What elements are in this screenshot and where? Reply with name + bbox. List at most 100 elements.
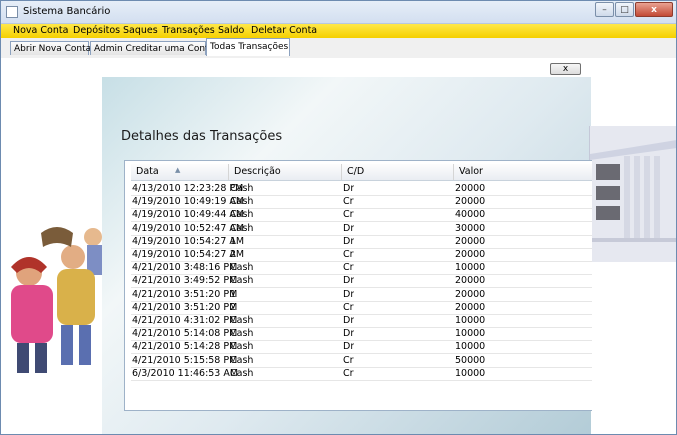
tab-admin-creditar[interactable]: Admin Creditar uma Conta — [90, 41, 214, 55]
cell-data: 4/21/2010 5:15:58 PM — [132, 354, 238, 366]
cell-data: 4/19/2010 10:52:47 AM — [132, 222, 245, 234]
table-row[interactable]: 4/19/2010 10:54:27 AM 1 Dr 20000 — [131, 236, 592, 249]
cell-cd: Cr — [343, 354, 354, 366]
menu-deletar-conta[interactable]: Deletar Conta — [251, 25, 317, 36]
cell-cd: Cr — [343, 301, 354, 313]
cell-cd: Dr — [343, 328, 355, 340]
title-bar[interactable]: Sistema Bancário – □ x — [1, 1, 676, 24]
cell-descricao: 2 — [230, 301, 237, 313]
cell-descricao: Cash — [230, 183, 254, 194]
column-header-descricao[interactable]: Descrição — [229, 164, 342, 180]
menu-depositos[interactable]: Depósitos — [73, 25, 120, 36]
tab-strip: Abrir Nova Conta Admin Creditar uma Cont… — [1, 38, 676, 59]
tab-todas-transacoes[interactable]: Todas Transações — [206, 38, 290, 56]
cell-data: 4/21/2010 4:31:02 PM — [132, 315, 238, 326]
window-title: Sistema Bancário — [23, 6, 111, 17]
cell-valor: 10000 — [455, 315, 486, 326]
cell-cd: Dr — [343, 341, 355, 353]
cell-cd: Dr — [343, 222, 355, 234]
table-row[interactable]: 4/21/2010 5:15:58 PM Cash Cr 50000 — [131, 355, 592, 368]
cell-cd: Cr — [343, 249, 354, 260]
minimize-button[interactable]: – — [595, 2, 614, 17]
cell-data: 4/21/2010 5:14:28 PM — [132, 341, 238, 353]
cell-cd: Dr — [343, 235, 355, 247]
cell-data: 4/19/2010 10:54:27 AM — [132, 235, 245, 247]
cell-descricao: Cash — [230, 262, 254, 274]
cell-data: 4/21/2010 3:49:52 PM — [132, 275, 238, 287]
cell-data: 4/21/2010 3:48:16 PM — [132, 262, 238, 274]
cell-descricao: Cash — [230, 222, 254, 234]
menu-saques[interactable]: Saques — [123, 25, 158, 36]
cell-valor: 20000 — [455, 249, 486, 260]
cell-descricao: Cash — [230, 196, 254, 208]
cell-cd: Dr — [343, 183, 355, 194]
cell-valor: 20000 — [455, 235, 486, 247]
cell-valor: 50000 — [455, 354, 486, 366]
transactions-table-viewport: Data ▲ Descrição C/D Valor 4/13/2010 12:… — [131, 164, 592, 407]
column-header-valor[interactable]: Valor — [454, 164, 592, 180]
transactions-table[interactable]: Data ▲ Descrição C/D Valor 4/13/2010 12:… — [124, 160, 592, 411]
table-row[interactable]: 4/21/2010 5:14:08 PM Cash Dr 10000 — [131, 328, 592, 342]
menu-saldo[interactable]: Saldo — [218, 25, 244, 36]
cell-descricao: Cash — [230, 328, 254, 340]
cell-descricao: 1 — [230, 235, 237, 247]
cell-valor: 20000 — [455, 288, 486, 300]
cell-descricao: Cash — [230, 209, 254, 221]
cell-cd: Cr — [343, 367, 354, 379]
tab-abrir-nova-conta[interactable]: Abrir Nova Conta — [10, 41, 91, 55]
cell-descricao: Cash — [230, 341, 254, 353]
cell-descricao: Cash — [230, 275, 254, 287]
people-illustration — [1, 223, 102, 383]
cell-data: 4/19/2010 10:49:44 AM — [132, 209, 245, 221]
cell-valor: 10000 — [455, 262, 486, 274]
menu-nova-conta[interactable]: Nova Conta — [13, 25, 68, 36]
app-window: Sistema Bancário – □ x Nova Conta Depósi… — [0, 0, 677, 435]
table-row[interactable]: 6/3/2010 11:46:53 AM Cash Cr 10000 — [131, 368, 592, 381]
table-row[interactable]: 4/21/2010 3:49:52 PM Cash Dr 20000 — [131, 275, 592, 289]
cell-valor: 40000 — [455, 209, 486, 221]
cell-valor: 30000 — [455, 222, 486, 234]
table-row[interactable]: 4/19/2010 10:54:27 AM 2 Cr 20000 — [131, 249, 592, 262]
table-row[interactable]: 4/21/2010 3:51:20 PM 2 Cr 20000 — [131, 302, 592, 315]
bank-building-illustration — [589, 126, 676, 262]
cell-data: 4/21/2010 5:14:08 PM — [132, 328, 238, 340]
cell-valor: 20000 — [455, 275, 486, 287]
column-header-label: Data — [136, 166, 159, 177]
cell-descricao: 2 — [230, 249, 237, 260]
cell-valor: 10000 — [455, 367, 486, 379]
table-row[interactable]: 4/19/2010 10:49:44 AM Cash Cr 40000 — [131, 209, 592, 223]
cell-valor: 20000 — [455, 301, 486, 313]
cell-cd: Cr — [343, 196, 354, 208]
cell-data: 4/21/2010 3:51:20 PM — [132, 301, 238, 313]
table-row[interactable]: 4/19/2010 10:49:19 AM Cash Cr 20000 — [131, 196, 592, 210]
cell-cd: Dr — [343, 315, 355, 326]
cell-valor: 10000 — [455, 341, 486, 353]
cell-data: 6/3/2010 11:46:53 AM — [132, 367, 239, 379]
cell-cd: Dr — [343, 288, 355, 300]
cell-descricao: Cash — [230, 354, 254, 366]
cell-data: 4/13/2010 12:23:28 PM — [132, 183, 244, 194]
table-row[interactable]: 4/21/2010 3:51:20 PM 1 Dr 20000 — [131, 289, 592, 302]
close-tab-button[interactable]: x — [550, 63, 581, 75]
table-row[interactable]: 4/21/2010 5:14:28 PM Cash Dr 10000 — [131, 341, 592, 355]
window-icon — [6, 6, 18, 18]
table-row[interactable]: 4/21/2010 4:31:02 PM Cash Dr 10000 — [131, 315, 592, 328]
menu-transacoes[interactable]: Transações — [162, 25, 215, 36]
sort-ascending-icon: ▲ — [175, 166, 181, 174]
maximize-button[interactable]: □ — [615, 2, 634, 17]
column-header-data[interactable]: Data ▲ — [131, 164, 229, 180]
column-header-cd[interactable]: C/D — [342, 164, 454, 180]
cell-cd: Dr — [343, 275, 355, 287]
cell-descricao: 1 — [230, 288, 237, 300]
table-row[interactable]: 4/19/2010 10:52:47 AM Cash Dr 30000 — [131, 223, 592, 236]
cell-descricao: Cash — [230, 315, 254, 326]
table-header: Data ▲ Descrição C/D Valor — [131, 164, 592, 181]
cell-data: 4/19/2010 10:49:19 AM — [132, 196, 245, 208]
close-window-button[interactable]: x — [635, 2, 673, 17]
table-row[interactable]: 4/13/2010 12:23:28 PM Cash Dr 20000 — [131, 183, 592, 196]
cell-data: 4/19/2010 10:54:27 AM — [132, 249, 245, 260]
cell-valor: 10000 — [455, 328, 486, 340]
table-row[interactable]: 4/21/2010 3:48:16 PM Cash Cr 10000 — [131, 262, 592, 276]
cell-cd: Cr — [343, 209, 354, 221]
tab-content: x Detalhes das Transações Data ▲ Descriç… — [1, 58, 676, 434]
